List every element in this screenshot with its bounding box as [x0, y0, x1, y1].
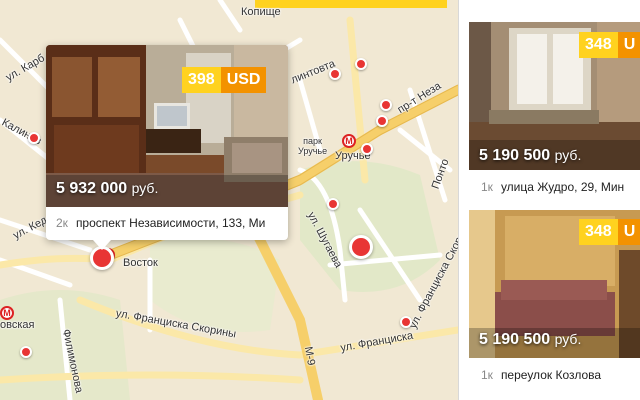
- currency-label: USD: [220, 67, 267, 93]
- map-pin[interactable]: [376, 115, 388, 127]
- price-usd-tag: 348 U: [579, 32, 640, 58]
- map-view[interactable]: Копище ул. Карб Калинов ул. Кед Восток о…: [0, 0, 458, 400]
- map-pin[interactable]: [329, 68, 341, 80]
- popup-pointer: [93, 240, 111, 250]
- listing-address-row[interactable]: 2к проспект Независимости, 133, Ми: [46, 208, 288, 238]
- price-usd: 348: [579, 219, 618, 245]
- map-pin[interactable]: [361, 143, 373, 155]
- map-pin[interactable]: [400, 316, 412, 328]
- map-pin[interactable]: [380, 99, 392, 111]
- map-label-park: парк Уручье: [298, 136, 328, 156]
- price-rub: 5 190 500 руб.: [479, 331, 581, 349]
- map-label-vostok: Восток: [123, 257, 158, 269]
- listing-address: улица Жудро, 29, Мин: [500, 180, 625, 194]
- listing-address: переулок Козлова: [500, 368, 602, 382]
- price-rub: 5 932 000 руб.: [56, 180, 158, 198]
- listing-address-row[interactable]: 1к переулок Козлова: [469, 360, 640, 390]
- price-usd-tag: 398 USD: [182, 67, 267, 93]
- listing-address: проспект Независимости, 133, Ми: [75, 216, 266, 230]
- price-rub-suffix: руб.: [554, 331, 582, 347]
- map-pin[interactable]: [327, 198, 339, 210]
- price-usd: 348: [579, 32, 618, 58]
- currency-label: U: [617, 32, 640, 58]
- map-pin[interactable]: [28, 132, 40, 144]
- listing-card[interactable]: 348 U 5 190 500 руб. 1к улица Жудро, 29,…: [469, 22, 640, 200]
- search-bar-edge: [255, 0, 447, 8]
- map-label-district: овская: [0, 319, 35, 331]
- price-rub-suffix: руб.: [131, 180, 159, 196]
- map-label-kopishche: Копище: [241, 6, 281, 18]
- price-usd-tag: 348 U: [579, 219, 640, 245]
- price-rub: 5 190 500 руб.: [479, 147, 581, 165]
- map-pin[interactable]: [355, 58, 367, 70]
- price-rub-value: 5 190 500: [479, 331, 551, 348]
- rooms-count: 2к: [56, 216, 68, 230]
- price-rub-suffix: руб.: [554, 147, 582, 163]
- currency-label: U: [617, 219, 640, 245]
- metro-icon: М: [0, 306, 14, 320]
- listing-address-row[interactable]: 1к улица Жудро, 29, Мин: [469, 172, 640, 202]
- listings-panel[interactable]: 348 U 5 190 500 руб. 1к улица Жудро, 29,…: [458, 0, 640, 400]
- map-pin[interactable]: [20, 346, 32, 358]
- metro-uruchye-icon: М: [342, 134, 356, 148]
- map-popup-card[interactable]: 398 USD 5 932 000 руб. 2к проспект Незав…: [46, 45, 288, 240]
- price-rub-value: 5 932 000: [56, 180, 128, 197]
- rooms-count: 1к: [481, 368, 493, 382]
- rooms-count: 1к: [481, 180, 493, 194]
- price-usd: 398: [182, 67, 221, 93]
- price-rub-value: 5 190 500: [479, 147, 551, 164]
- listing-card[interactable]: 348 U 5 190 500 руб. 1к переулок Козлова: [469, 210, 640, 390]
- map-pin-cluster[interactable]: [349, 235, 373, 259]
